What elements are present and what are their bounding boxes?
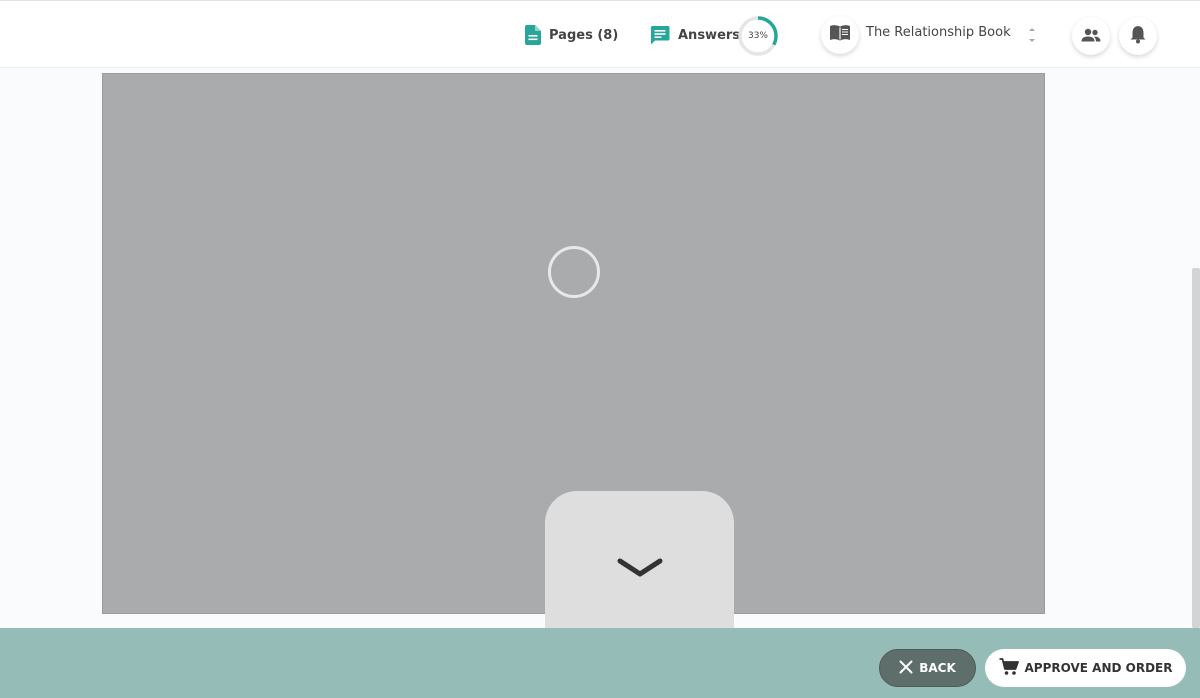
cart-icon — [999, 657, 1019, 679]
bell-icon — [1130, 25, 1146, 48]
book-select[interactable]: The Relationship Book — [866, 25, 1011, 40]
answers-nav-item[interactable]: Answers — [650, 23, 740, 47]
approve-and-order-button[interactable]: APPROVE AND ORDER — [985, 649, 1186, 687]
back-button[interactable]: BACK — [879, 649, 976, 687]
answers-progress-ring: 33% — [737, 15, 779, 57]
answers-label: Answers — [678, 27, 741, 43]
action-bar: BACK APPROVE AND ORDER — [0, 628, 1200, 698]
select-arrows-icon[interactable] — [1028, 28, 1036, 42]
back-label: BACK — [919, 661, 956, 675]
notifications-button[interactable] — [1119, 17, 1157, 55]
open-book-icon — [829, 24, 851, 46]
top-bar: Pages (8) Answers 33% The Relationship B… — [0, 0, 1200, 68]
document-icon — [525, 25, 541, 45]
chat-message-icon — [650, 25, 670, 45]
pages-label: Pages (8) — [549, 27, 619, 43]
answers-progress-text: 33% — [747, 31, 768, 41]
chevron-down-icon — [616, 491, 664, 641]
vertical-scrollbar[interactable] — [1192, 268, 1200, 628]
collaborators-button[interactable] — [1072, 17, 1110, 55]
expand-panel-button[interactable] — [545, 491, 734, 641]
people-icon — [1081, 27, 1101, 46]
pages-nav-item[interactable]: Pages (8) — [525, 23, 618, 47]
close-icon — [899, 660, 913, 677]
book-icon-button[interactable] — [821, 16, 859, 54]
loading-spinner-icon — [548, 246, 600, 298]
approve-label: APPROVE AND ORDER — [1024, 661, 1173, 675]
